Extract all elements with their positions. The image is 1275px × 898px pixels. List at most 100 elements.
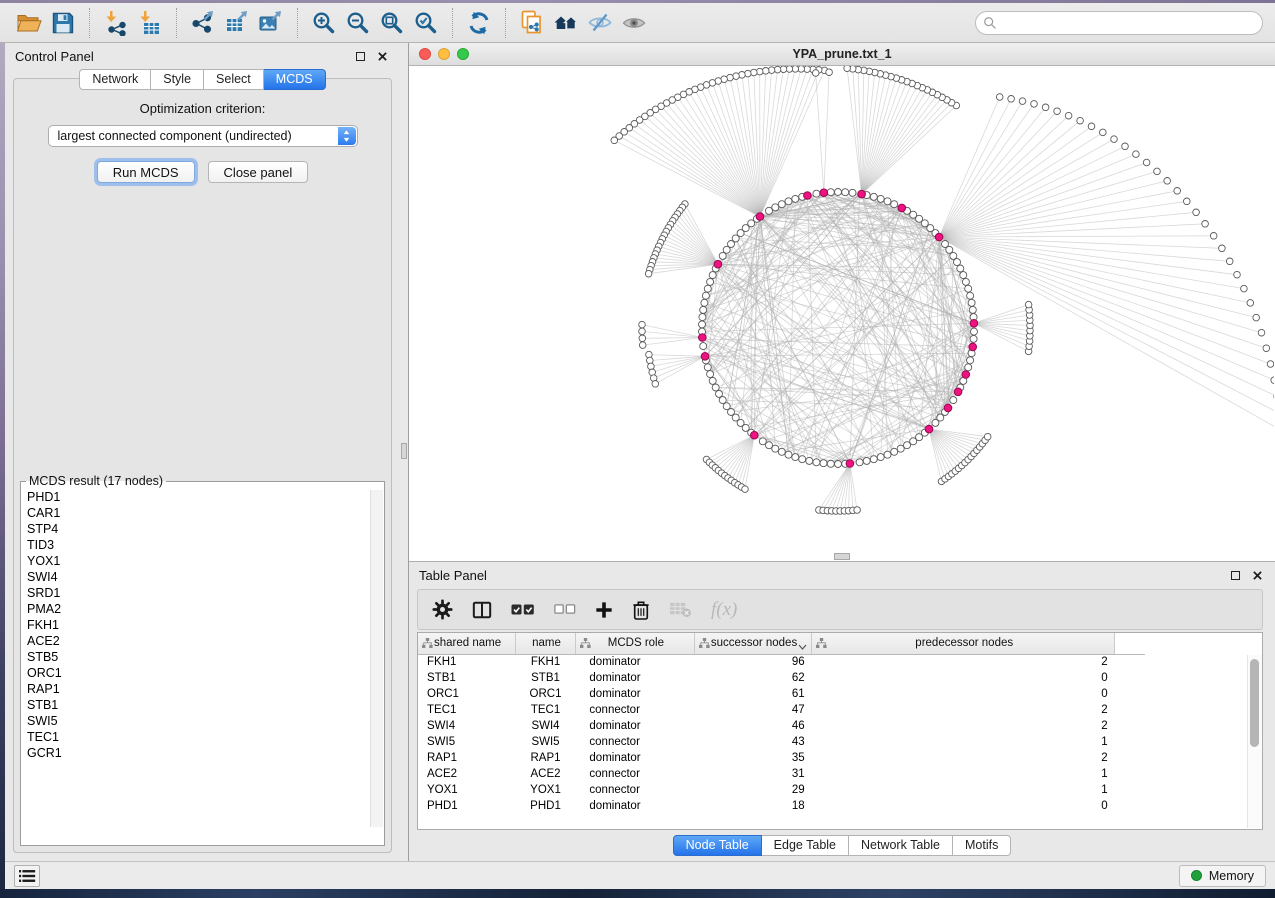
table-cell[interactable]: 0	[812, 798, 1115, 814]
table-cell[interactable]: YOX1	[418, 782, 516, 798]
table-cell[interactable]: YOX1	[516, 782, 576, 798]
table-cell[interactable]: 62	[694, 670, 811, 686]
mcds-result-item[interactable]: STB1	[27, 697, 384, 713]
save-session-button[interactable]	[46, 7, 80, 39]
zoom-out-button[interactable]	[341, 7, 375, 39]
table-cell[interactable]: FKH1	[418, 654, 516, 670]
table-cell[interactable]: 18	[694, 798, 811, 814]
table-cell[interactable]: 1	[812, 766, 1115, 782]
table-cell[interactable]: 0	[812, 670, 1115, 686]
delete-table-button[interactable]	[669, 601, 692, 618]
tab-select[interactable]: Select	[204, 69, 264, 90]
table-cell[interactable]: ACE2	[418, 766, 516, 782]
mcds-result-item[interactable]: CAR1	[27, 505, 384, 521]
table-cell[interactable]: 0	[812, 686, 1115, 702]
table-cell[interactable]: RAP1	[418, 750, 516, 766]
settings-gear-button[interactable]	[432, 599, 453, 620]
table-cell[interactable]: 46	[694, 718, 811, 734]
table-cell[interactable]: 43	[694, 734, 811, 750]
table-row[interactable]: TEC1TEC1connector472	[418, 702, 1145, 718]
table-cell[interactable]: 96	[694, 654, 811, 670]
table-row[interactable]: YOX1YOX1connector291	[418, 782, 1145, 798]
mcds-result-item[interactable]: RAP1	[27, 681, 384, 697]
table-cell[interactable]: connector	[575, 702, 694, 718]
table-cell[interactable]: TEC1	[418, 702, 516, 718]
add-row-button[interactable]	[595, 601, 613, 619]
close-window-icon[interactable]	[419, 48, 431, 60]
table-cell[interactable]: ORC1	[516, 686, 576, 702]
table-cell[interactable]: 2	[812, 718, 1115, 734]
minimize-window-icon[interactable]	[438, 48, 450, 60]
mcds-result-item[interactable]: TEC1	[27, 729, 384, 745]
table-cell[interactable]: 29	[694, 782, 811, 798]
table-cell[interactable]: 35	[694, 750, 811, 766]
column-header-MCDS-role[interactable]: MCDS role	[575, 633, 694, 654]
table-row[interactable]: RAP1RAP1dominator352	[418, 750, 1145, 766]
table-cell[interactable]: 47	[694, 702, 811, 718]
table-cell[interactable]: ACE2	[516, 766, 576, 782]
table-cell[interactable]: SWI4	[516, 718, 576, 734]
optimization-criterion-select[interactable]: largest connected component (undirected)	[48, 125, 358, 147]
mcds-result-item[interactable]: STP4	[27, 521, 384, 537]
mcds-result-item[interactable]: TID3	[27, 537, 384, 553]
vertical-splitter[interactable]	[400, 43, 409, 861]
clone-network-button[interactable]	[515, 7, 549, 39]
table-tab-edge-table[interactable]: Edge Table	[762, 835, 849, 856]
table-row[interactable]: FKH1FKH1dominator962	[418, 654, 1145, 670]
zoom-in-button[interactable]	[307, 7, 341, 39]
column-header-name[interactable]: name	[516, 633, 576, 654]
open-file-button[interactable]	[12, 7, 46, 39]
table-panel-close-button[interactable]	[1249, 567, 1265, 583]
column-header-predecessor-nodes[interactable]: predecessor nodes	[812, 633, 1115, 654]
table-cell[interactable]: 61	[694, 686, 811, 702]
tab-network[interactable]: Network	[79, 69, 151, 90]
mcds-result-item[interactable]: YOX1	[27, 553, 384, 569]
select-all-button[interactable]	[511, 603, 535, 617]
table-row[interactable]: ACE2ACE2connector311	[418, 766, 1145, 782]
search-input[interactable]	[975, 11, 1263, 35]
table-cell[interactable]: TEC1	[516, 702, 576, 718]
table-cell[interactable]: connector	[575, 734, 694, 750]
table-cell[interactable]: connector	[575, 782, 694, 798]
column-header-shared-name[interactable]: shared name	[418, 633, 516, 654]
horizontal-splitter-handle[interactable]	[834, 553, 850, 560]
table-scrollbar[interactable]	[1247, 655, 1262, 828]
export-image-button[interactable]	[254, 7, 288, 39]
table-cell[interactable]: dominator	[575, 686, 694, 702]
table-cell[interactable]: SWI5	[418, 734, 516, 750]
hide-selected-button[interactable]	[583, 7, 617, 39]
table-cell[interactable]: 2	[812, 750, 1115, 766]
control-panel-close-button[interactable]	[374, 48, 390, 64]
table-cell[interactable]: dominator	[575, 670, 694, 686]
table-cell[interactable]: 2	[812, 654, 1115, 670]
mcds-result-item[interactable]: GCR1	[27, 745, 384, 761]
table-cell[interactable]: STB1	[418, 670, 516, 686]
table-cell[interactable]: SWI5	[516, 734, 576, 750]
mcds-result-item[interactable]: SWI5	[27, 713, 384, 729]
mcds-result-item[interactable]: PMA2	[27, 601, 384, 617]
table-tab-network-table[interactable]: Network Table	[849, 835, 953, 856]
table-row[interactable]: STB1STB1dominator620	[418, 670, 1145, 686]
table-cell[interactable]: ORC1	[418, 686, 516, 702]
table-cell[interactable]: FKH1	[516, 654, 576, 670]
table-cell[interactable]: 2	[812, 702, 1115, 718]
memory-button[interactable]: Memory	[1179, 865, 1266, 887]
table-row[interactable]: ORC1ORC1dominator610	[418, 686, 1145, 702]
mcds-result-item[interactable]: FKH1	[27, 617, 384, 633]
tab-style[interactable]: Style	[151, 69, 204, 90]
mcds-result-item[interactable]: ORC1	[27, 665, 384, 681]
table-tab-motifs[interactable]: Motifs	[953, 835, 1011, 856]
control-panel-float-button[interactable]	[352, 48, 368, 64]
unselect-all-button[interactable]	[554, 603, 576, 616]
delete-row-button[interactable]	[632, 600, 650, 620]
table-cell[interactable]: dominator	[575, 654, 694, 670]
maximize-window-icon[interactable]	[457, 48, 469, 60]
table-scrollbar-thumb[interactable]	[1250, 659, 1259, 747]
table-cell[interactable]: 1	[812, 734, 1115, 750]
table-panel-float-button[interactable]	[1227, 567, 1243, 583]
mcds-result-scrollbar[interactable]	[370, 490, 383, 827]
table-cell[interactable]: connector	[575, 766, 694, 782]
table-row[interactable]: SWI4SWI4dominator462	[418, 718, 1145, 734]
close-panel-button[interactable]: Close panel	[208, 161, 309, 183]
table-cell[interactable]: 1	[812, 782, 1115, 798]
